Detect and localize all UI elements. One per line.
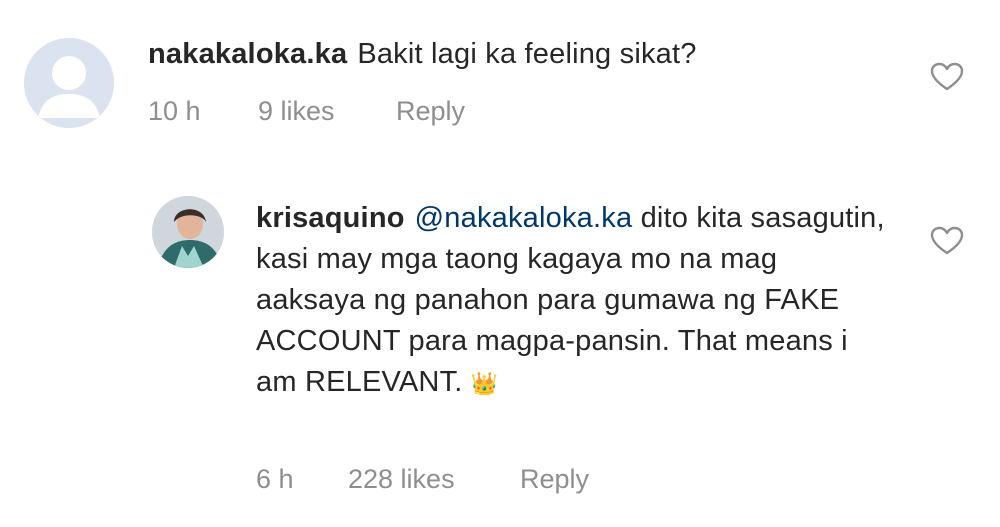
comment-time[interactable]: 6 h xyxy=(256,464,348,495)
comment-item: nakakaloka.ka Bakit lagi ka feeling sikat… xyxy=(0,0,1000,150)
comment-meta: 10 h 9 likes Reply xyxy=(148,96,465,127)
user-silhouette-icon xyxy=(24,38,114,128)
reply-comment-item: krisaquino @nakakaloka.ka dito kita sasag… xyxy=(0,180,1000,520)
comment-likes[interactable]: 228 likes xyxy=(348,464,520,495)
comment-username[interactable]: nakakaloka.ka xyxy=(148,38,347,70)
comment-text: nakakaloka.ka Bakit lagi ka feeling sikat… xyxy=(148,34,908,75)
heart-icon xyxy=(930,226,964,255)
avatar[interactable] xyxy=(152,196,224,268)
comment-time[interactable]: 10 h xyxy=(148,96,258,127)
profile-photo-icon xyxy=(152,196,224,268)
reply-button[interactable]: Reply xyxy=(520,464,589,495)
comment-body: Bakit lagi ka feeling sikat? xyxy=(357,38,697,70)
comment-username[interactable]: krisaquino xyxy=(256,202,405,234)
reply-button[interactable]: Reply xyxy=(396,96,465,127)
like-button[interactable] xyxy=(930,226,964,256)
mention-link[interactable]: @nakakaloka.ka xyxy=(415,202,633,234)
comment-likes[interactable]: 9 likes xyxy=(258,96,396,127)
comment-text: krisaquino @nakakaloka.ka dito kita sasag… xyxy=(256,198,886,404)
crown-emoji: 👑 xyxy=(470,371,499,396)
avatar[interactable] xyxy=(24,38,114,128)
heart-icon xyxy=(930,62,964,91)
like-button[interactable] xyxy=(930,62,964,92)
comment-meta: 6 h 228 likes Reply xyxy=(256,464,589,495)
